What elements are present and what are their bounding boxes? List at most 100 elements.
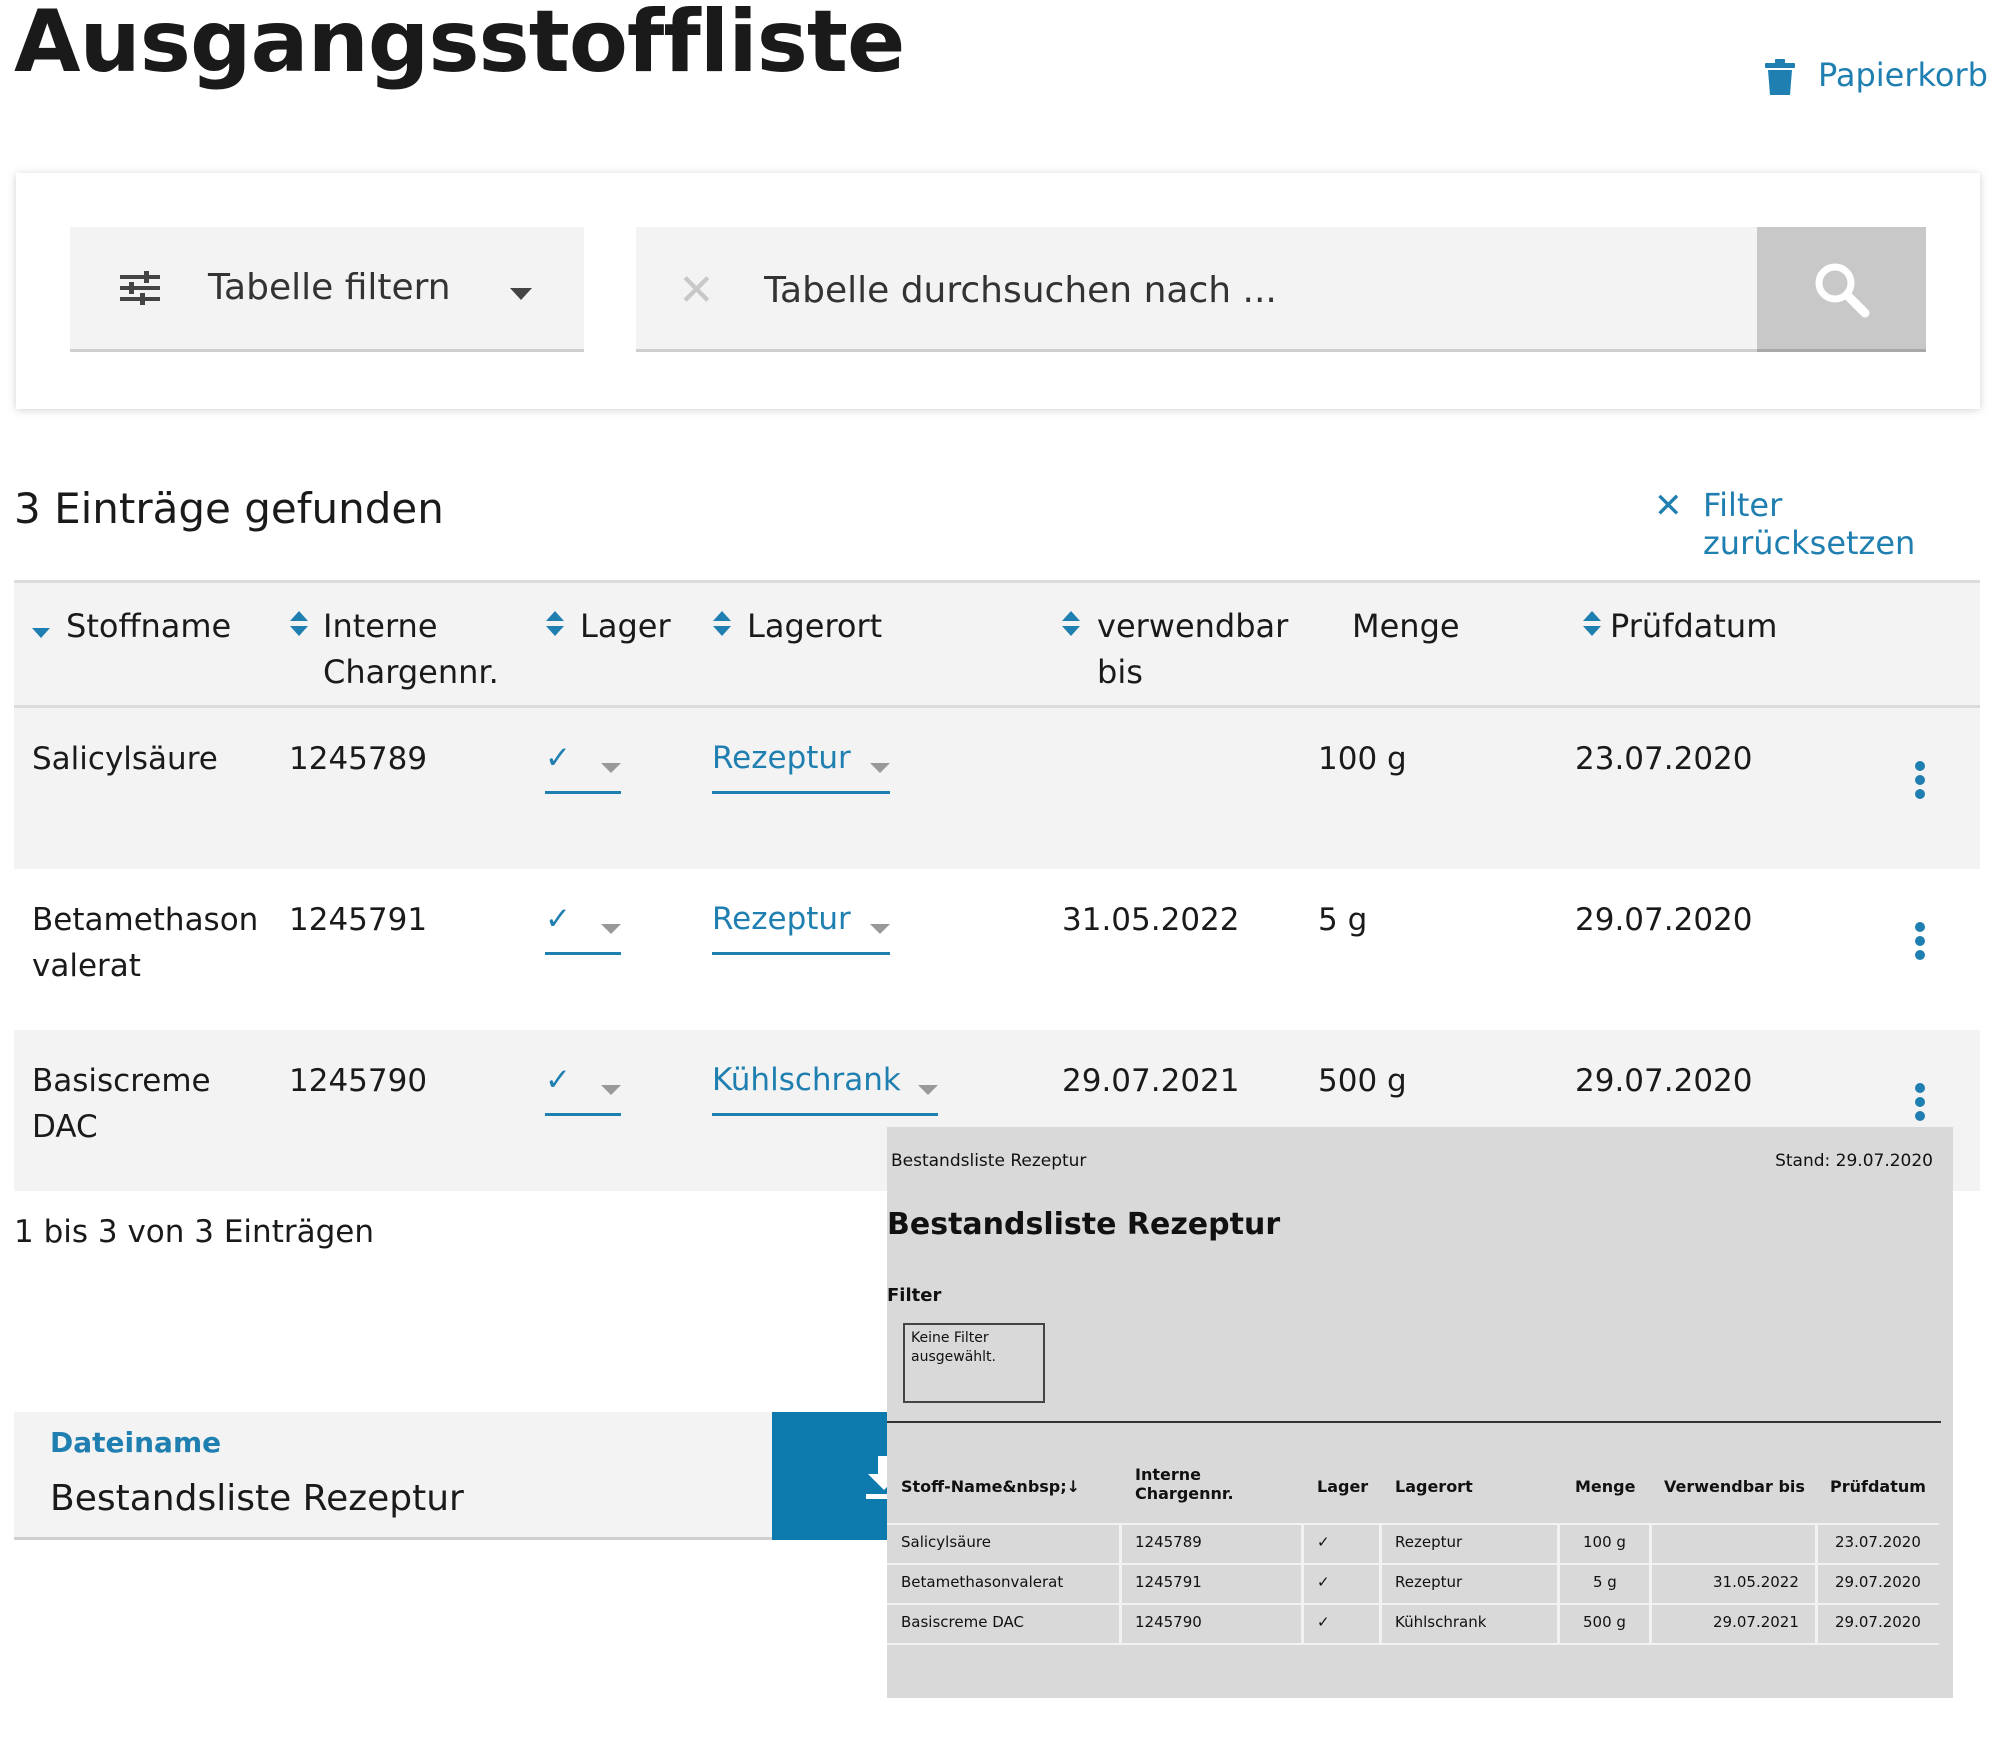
column-header-pruefdatum[interactable]: Prüfdatum	[1610, 603, 1777, 649]
sliders-icon	[120, 271, 160, 309]
preview-col-header: Verwendbar bis	[1664, 1477, 1805, 1496]
preview-row-divider	[887, 1643, 1939, 1645]
caret-down-icon	[870, 758, 890, 777]
pdf-preview: Bestandsliste Rezeptur Stand: 29.07.2020…	[887, 1127, 1953, 1698]
lager-dropdown[interactable]: ✓	[545, 740, 621, 794]
sort-icon[interactable]	[1062, 611, 1080, 641]
preview-cell: 1245789	[1135, 1533, 1202, 1551]
filename-input[interactable]: Bestandsliste Rezeptur	[50, 1478, 464, 1519]
caret-down-icon	[918, 1080, 938, 1099]
check-icon: ✓	[545, 901, 571, 937]
preview-divider	[887, 1421, 1941, 1423]
search-icon	[1813, 261, 1871, 323]
results-count: 3 Einträge gefunden	[14, 484, 444, 533]
check-icon: ✓	[545, 1062, 571, 1098]
search-field[interactable]: ✕	[636, 227, 1926, 352]
cell-charge: 1245790	[289, 1063, 428, 1099]
preview-cell: Betamethasonvalerat	[901, 1573, 1064, 1591]
column-header-stoffname[interactable]: Stoffname	[66, 603, 231, 649]
cell-pruefdatum: 29.07.2020	[1575, 1063, 1753, 1099]
trash-icon[interactable]	[1763, 58, 1797, 100]
close-icon[interactable]: ✕	[1654, 486, 1683, 526]
sort-icon[interactable]	[290, 611, 308, 641]
trash-link[interactable]: Papierkorb	[1818, 56, 1988, 94]
preview-cell: 5 g	[1593, 1573, 1617, 1591]
lager-dropdown[interactable]: ✓	[545, 1062, 621, 1116]
lagerort-dropdown[interactable]: Kühlschrank	[712, 1062, 938, 1116]
cell-stoffname: Betamethason valerat	[32, 902, 259, 984]
preview-col-header: Menge	[1575, 1477, 1636, 1496]
preview-filter-text: Keine Filter ausgewählt.	[911, 1330, 996, 1365]
filename-label: Dateiname	[50, 1426, 222, 1459]
preview-col-header: Lager	[1317, 1477, 1369, 1496]
preview-cell: 29.07.2020	[1835, 1573, 1921, 1591]
preview-cell: Rezeptur	[1395, 1573, 1463, 1591]
lagerort-dropdown[interactable]: Rezeptur	[712, 901, 890, 955]
lager-dropdown[interactable]: ✓	[545, 901, 621, 955]
preview-cell: Basiscreme DAC	[901, 1613, 1024, 1631]
preview-col-header: Prüfdatum	[1830, 1477, 1926, 1496]
search-button[interactable]	[1757, 227, 1926, 352]
caret-down-icon	[601, 758, 621, 777]
cell-charge: 1245791	[289, 902, 428, 938]
preview-cell: ✓	[1317, 1533, 1330, 1551]
page-title: Ausgangsstoffliste	[14, 0, 905, 92]
pagination-info: 1 bis 3 von 3 Einträgen	[14, 1214, 374, 1250]
caret-down-icon	[870, 919, 890, 938]
preview-cell: Salicylsäure	[901, 1533, 991, 1551]
preview-row-divider	[887, 1523, 1939, 1525]
check-icon: ✓	[545, 740, 571, 776]
download-button[interactable]	[772, 1412, 892, 1540]
preview-col-divider	[1119, 1523, 1122, 1643]
column-header-verwendbar[interactable]: verwendbar bis	[1097, 603, 1288, 695]
reset-filter-link[interactable]: Filter zurücksetzen	[1703, 486, 2000, 562]
sort-icon[interactable]	[713, 611, 731, 641]
column-header-lagerort[interactable]: Lagerort	[747, 603, 882, 649]
cell-charge: 1245789	[289, 741, 428, 777]
column-header-menge: Menge	[1352, 607, 1460, 645]
preview-col-header: Interne Chargennr.	[1135, 1465, 1234, 1503]
preview-cell: 1245790	[1135, 1613, 1202, 1631]
preview-row-divider	[887, 1603, 1939, 1605]
cell-menge: 5 g	[1318, 902, 1368, 938]
preview-header-left: Bestandsliste Rezeptur	[891, 1151, 1087, 1171]
cell-stoffname: Basiscreme DAC	[32, 1063, 211, 1145]
preview-cell: 100 g	[1583, 1533, 1626, 1551]
preview-cell: ✓	[1317, 1613, 1330, 1631]
close-icon[interactable]: ✕	[678, 265, 715, 316]
lagerort-dropdown[interactable]: Rezeptur	[712, 740, 890, 794]
filter-button-label: Tabelle filtern	[208, 267, 451, 308]
preview-col-divider	[1557, 1523, 1560, 1643]
table-row: Salicylsäure 1245789 ✓ Rezeptur 100 g 23…	[14, 708, 1980, 869]
lagerort-value: Rezeptur	[712, 901, 851, 937]
cell-pruefdatum: 29.07.2020	[1575, 902, 1753, 938]
column-header-charge[interactable]: Interne Chargennr.	[323, 603, 533, 695]
kebab-menu-icon[interactable]	[1914, 921, 1926, 965]
preview-cell: 31.05.2022	[1713, 1573, 1799, 1591]
table-header: Stoffname Interne Chargennr. Lager Lager…	[14, 580, 1980, 708]
caret-down-icon	[601, 1080, 621, 1099]
preview-cell: Rezeptur	[1395, 1533, 1463, 1551]
filter-dropdown-button[interactable]: Tabelle filtern	[70, 227, 584, 352]
column-header-lager[interactable]: Lager	[580, 603, 671, 649]
sort-icon[interactable]	[1583, 611, 1601, 641]
preview-col-header: Lagerort	[1395, 1477, 1473, 1496]
kebab-menu-icon[interactable]	[1914, 760, 1926, 804]
sort-icon[interactable]	[546, 611, 564, 641]
preview-header-right: Stand: 29.07.2020	[1775, 1151, 1933, 1171]
preview-col-divider	[1649, 1523, 1652, 1643]
preview-col-header: Stoff-Name&nbsp;↓	[901, 1477, 1081, 1496]
filename-field[interactable]: Dateiname Bestandsliste Rezeptur	[14, 1412, 772, 1540]
preview-cell: 29.07.2021	[1713, 1613, 1799, 1631]
cell-stoffname: Salicylsäure	[32, 741, 218, 777]
preview-col-divider	[1301, 1523, 1304, 1643]
preview-cell: ✓	[1317, 1573, 1330, 1591]
cell-pruefdatum: 23.07.2020	[1575, 741, 1753, 777]
kebab-menu-icon[interactable]	[1914, 1082, 1926, 1126]
caret-down-icon	[510, 285, 532, 304]
search-input[interactable]	[762, 265, 1766, 315]
preview-cell: 500 g	[1583, 1613, 1626, 1631]
sort-descending-icon[interactable]	[32, 623, 50, 642]
caret-down-icon	[601, 919, 621, 938]
preview-row-divider	[887, 1563, 1939, 1565]
